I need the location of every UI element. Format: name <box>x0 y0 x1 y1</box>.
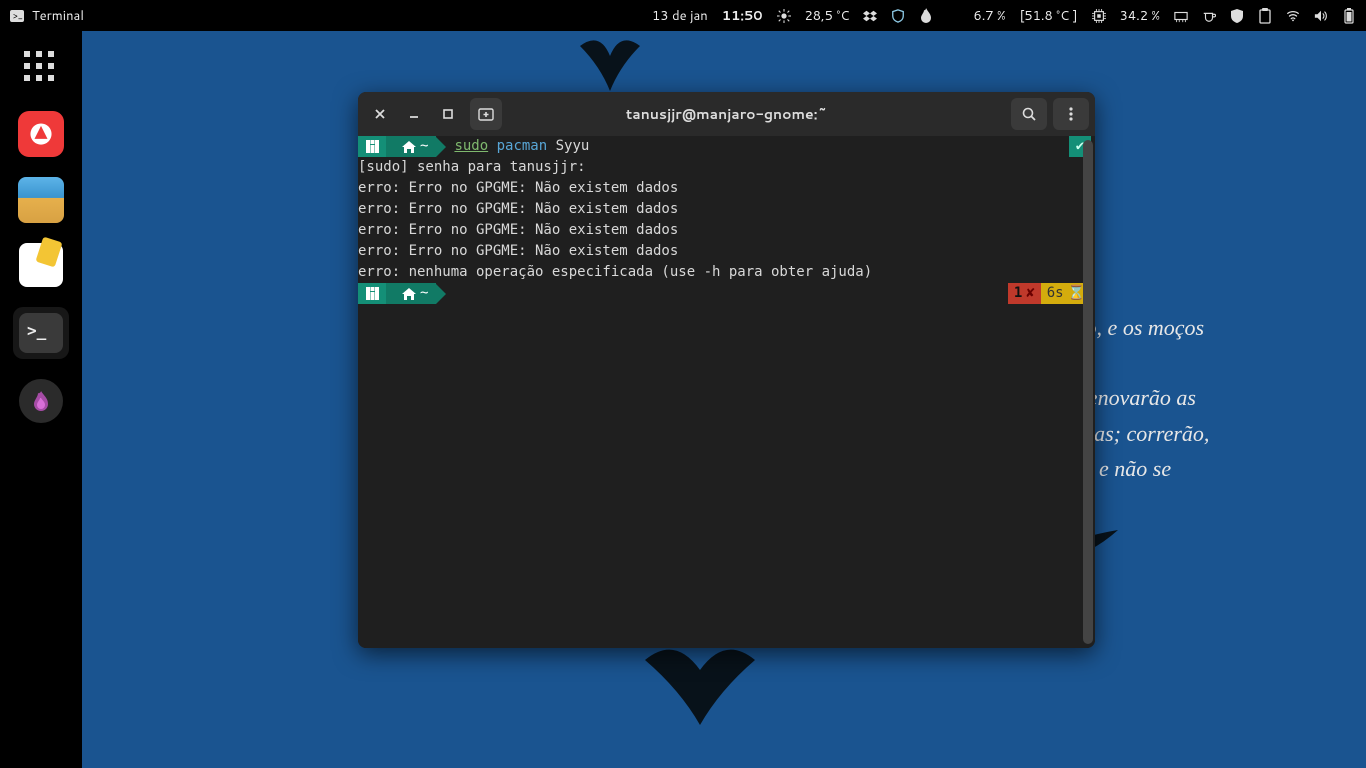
cpu-chip-icon <box>1092 9 1106 23</box>
menu-button[interactable] <box>1053 98 1089 130</box>
caffeine-icon[interactable] <box>1202 9 1216 23</box>
error-line: erro: Erro no GPGME: Não existem dados <box>358 241 1091 262</box>
terminal-launcher[interactable] <box>13 307 69 359</box>
sudo-prompt-line: [sudo] senha para tanusjjr: <box>358 157 1091 178</box>
verse-line: ão, e não se <box>1066 451 1366 486</box>
manjaro-logo-segment <box>358 136 386 157</box>
wallpaper-bird-mid <box>640 640 760 736</box>
svg-text:>_: >_ <box>13 9 23 22</box>
clipboard-icon[interactable] <box>1258 9 1272 23</box>
weather-icon <box>777 9 791 23</box>
dash <box>0 31 82 768</box>
x-icon: ✘ <box>1026 283 1034 304</box>
topbar-mem-pct[interactable]: 34.2 % <box>1120 7 1160 25</box>
vivaldi-launcher[interactable] <box>18 111 64 157</box>
prompt-dir-segment: ~ <box>386 283 436 304</box>
topbar-cpu-pct[interactable]: 6.7 % <box>973 7 1005 25</box>
window-title: tanusjjr@manjaro-gnome:~ <box>358 104 1095 124</box>
error-line: erro: Erro no GPGME: Não existem dados <box>358 178 1091 199</box>
cmd-sudo: sudo <box>454 138 488 154</box>
verse-line: r renovarão as <box>1066 380 1366 415</box>
privacy-shield-icon[interactable] <box>1230 9 1244 23</box>
battery-icon[interactable] <box>1342 9 1356 23</box>
manjaro-logo-segment <box>358 283 386 304</box>
prompt-arrow <box>436 284 446 304</box>
new-tab-button[interactable] <box>470 98 502 130</box>
topbar-app-label[interactable]: Terminal <box>32 7 84 25</box>
prompt-dir-text: ~ <box>420 283 428 304</box>
terminal-window: tanusjjr@manjaro-gnome:~ ~ <box>358 92 1095 648</box>
prompt-line-2: ~ 1 ✘ 6s ⌛ <box>358 283 1091 304</box>
prompt-dir-segment: ~ <box>386 136 436 157</box>
topbar: >_ Terminal 13 de jan 11:50 28,5 °C 6.7 … <box>0 0 1366 31</box>
search-button[interactable] <box>1011 98 1047 130</box>
notes-launcher[interactable] <box>19 243 63 287</box>
prompt-arrow <box>436 137 446 157</box>
prompt-dir-text: ~ <box>420 136 428 157</box>
prompt-line-1: ~ sudo pacman Syyu ✔ <box>358 136 1091 157</box>
status-time-value: 6s <box>1047 283 1064 304</box>
minimize-button[interactable] <box>398 98 430 130</box>
topbar-date[interactable]: 13 de jan <box>652 7 708 25</box>
topbar-cpu-temp[interactable]: [51.8 °C ] <box>1020 7 1078 25</box>
topbar-time[interactable]: 11:50 <box>722 7 763 25</box>
memory-icon <box>1174 9 1188 23</box>
terminal-indicator-icon: >_ <box>10 9 24 23</box>
wallpaper-verse: rão, e os moços ; r renovarão as guias; … <box>1066 310 1366 486</box>
cmd-args: Syyu <box>556 138 590 154</box>
apps-grid-button[interactable] <box>18 45 64 91</box>
titlebar[interactable]: tanusjjr@manjaro-gnome:~ <box>358 92 1095 136</box>
terminal-body[interactable]: ~ sudo pacman Syyu ✔ [sudo] senha para t… <box>358 136 1095 648</box>
flame-tray-icon[interactable] <box>919 9 933 23</box>
close-button[interactable] <box>364 98 396 130</box>
maximize-button[interactable] <box>432 98 464 130</box>
flameshot-launcher[interactable] <box>19 379 63 423</box>
error-line: erro: nenhuma operação especificada (use… <box>358 262 1091 283</box>
dropbox-icon[interactable] <box>863 9 877 23</box>
command-text: sudo pacman Syyu <box>446 136 589 157</box>
error-line: erro: Erro no GPGME: Não existem dados <box>358 220 1091 241</box>
verse-line: ; <box>1066 345 1366 380</box>
scrollbar[interactable] <box>1083 140 1093 644</box>
status-error-code: 1 <box>1014 283 1022 304</box>
files-launcher[interactable] <box>18 177 64 223</box>
status-error-segment: 1 ✘ <box>1008 283 1041 304</box>
topbar-weather-temp[interactable]: 28,5 °C <box>805 7 850 25</box>
shield-icon[interactable] <box>891 9 905 23</box>
error-line: erro: Erro no GPGME: Não existem dados <box>358 199 1091 220</box>
verse-line: rão, e os moços <box>1066 310 1366 345</box>
volume-icon[interactable] <box>1314 9 1328 23</box>
cmd-pacman: pacman <box>497 138 548 154</box>
verse-line: guias; correrão, <box>1066 416 1366 451</box>
wifi-icon[interactable] <box>1286 9 1300 23</box>
